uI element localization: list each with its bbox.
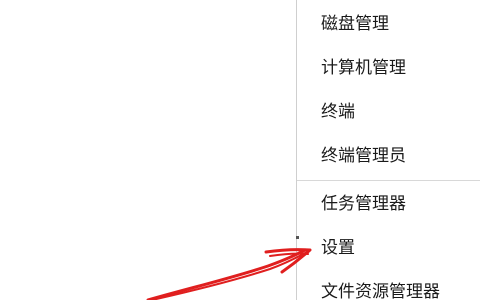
cursor-mark [296,236,299,239]
menu-item-task-manager[interactable]: 任务管理器 [321,189,406,219]
menu-item-terminal-admin[interactable]: 终端管理员 [321,141,406,171]
menu-item-terminal[interactable]: 终端 [321,97,355,127]
menu-item-settings[interactable]: 设置 [321,233,355,263]
screenshot-stage: 磁盘管理 计算机管理 终端 终端管理员 任务管理器 设置 文件资源管理器 [0,0,480,300]
context-menu: 磁盘管理 计算机管理 终端 终端管理员 任务管理器 设置 文件资源管理器 [296,0,480,300]
menu-item-file-explorer[interactable]: 文件资源管理器 [321,277,440,300]
menu-item-disk-management[interactable]: 磁盘管理 [321,9,389,39]
menu-item-computer-management[interactable]: 计算机管理 [321,53,406,83]
menu-separator [297,180,480,181]
